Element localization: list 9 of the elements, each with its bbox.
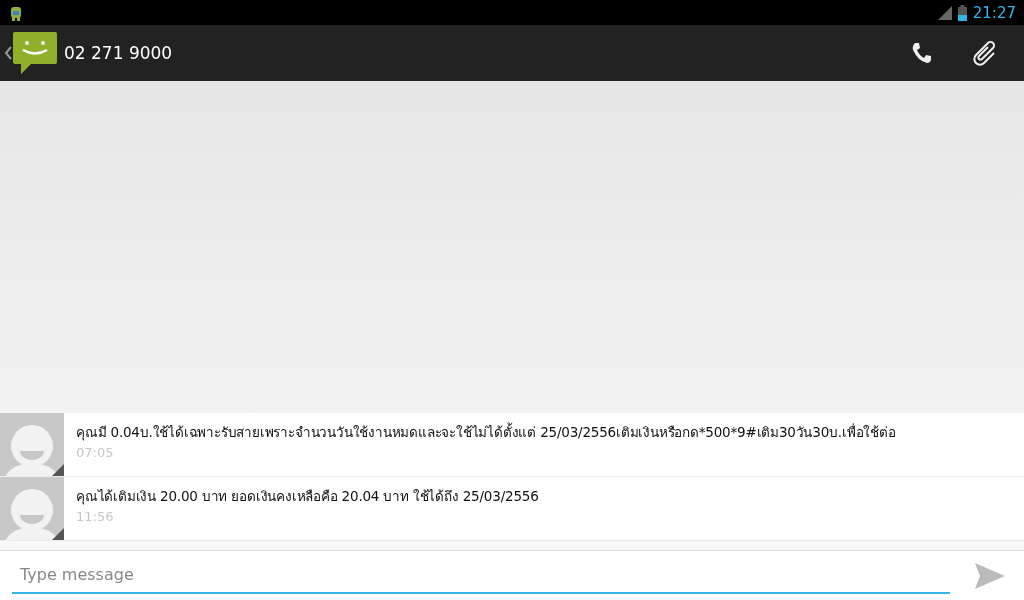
phone-icon[interactable] (910, 41, 934, 65)
message-text: คุณมี 0.04บ.ใช้ได้เฉพาะรับสายเพราะจำนวนวันใช้งานหมดและจะใช้ไม่ได้ตั้งแต่ 25/03/2556เติมเงินหรือกด*500*9#เติม30วัน30บ.เพื่อใช้ต่อ (76, 421, 896, 443)
back-chevron-icon[interactable] (4, 46, 12, 60)
contact-number: 02 271 9000 (64, 43, 173, 63)
clock-time: 21:27 (972, 3, 1016, 22)
messaging-app-icon[interactable] (12, 30, 58, 76)
battery-icon (957, 4, 967, 21)
signal-icon (937, 5, 952, 20)
message-text: คุณได้เติมเงิน 20.00 บาท ยอดเงินคงเหลือคือ 20.04 บาท ใช้ได้ถึง 25/03/2556 (76, 487, 539, 507)
